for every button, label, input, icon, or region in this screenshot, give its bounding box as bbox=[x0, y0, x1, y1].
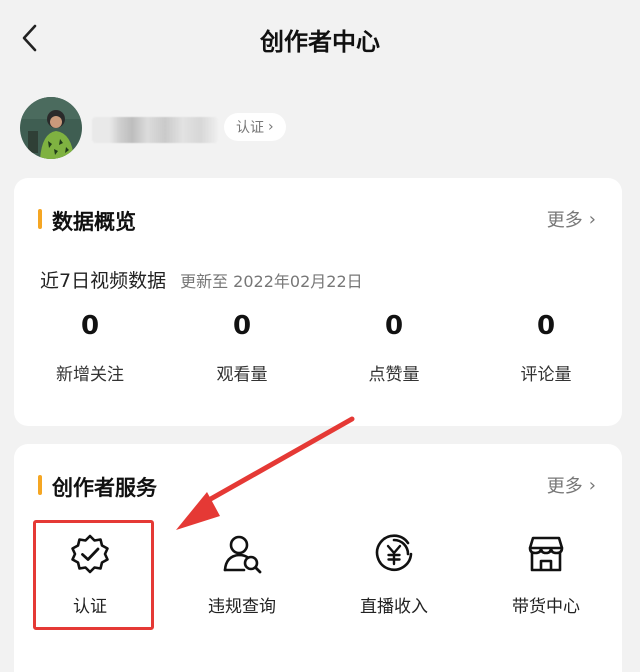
profile-row: 认证 › bbox=[20, 97, 620, 161]
stat-value: 0 bbox=[384, 311, 404, 341]
accent-bar bbox=[38, 475, 42, 495]
chevron-right-icon: › bbox=[588, 474, 596, 496]
service-violation-query[interactable]: 违规查询 bbox=[166, 532, 318, 617]
stat-value: 0 bbox=[536, 311, 556, 341]
accent-bar bbox=[38, 209, 42, 229]
stat-likes[interactable]: 0 点赞量 bbox=[318, 308, 470, 385]
stats-subtitle: 近7日视频数据 更新至 2022年02月22日 bbox=[40, 266, 363, 293]
verify-pill-button[interactable]: 认证 › bbox=[224, 113, 286, 141]
data-overview-more-link[interactable]: 更多 › bbox=[547, 206, 596, 232]
creator-services-more-link[interactable]: 更多 › bbox=[547, 472, 596, 498]
stat-comments[interactable]: 0 评论量 bbox=[470, 308, 622, 385]
highlight-box-annotation bbox=[33, 520, 154, 630]
stat-views[interactable]: 0 观看量 bbox=[166, 308, 318, 385]
yuan-circle-icon bbox=[375, 534, 413, 571]
data-overview-card: 数据概览 更多 › 近7日视频数据 更新至 2022年02月22日 0 新增关注… bbox=[14, 178, 622, 426]
stat-value: 0 bbox=[80, 311, 100, 341]
service-sales-center[interactable]: 带货中心 bbox=[470, 532, 622, 617]
verify-pill-label: 认证 bbox=[236, 120, 264, 136]
chevron-right-icon: › bbox=[588, 208, 596, 230]
user-search-icon bbox=[223, 535, 262, 574]
service-label: 违规查询 bbox=[208, 597, 276, 617]
stats-updated-label: 更新至 2022年02月22日 bbox=[180, 272, 363, 291]
more-label: 更多 bbox=[546, 210, 583, 231]
stat-label: 新增关注 bbox=[56, 365, 124, 385]
page-title: 创作者中心 bbox=[260, 28, 380, 56]
avatar[interactable] bbox=[20, 97, 82, 159]
chevron-right-icon: › bbox=[268, 119, 274, 135]
more-label: 更多 bbox=[546, 476, 583, 497]
service-label: 带货中心 bbox=[512, 597, 580, 617]
service-live-income[interactable]: 直播收入 bbox=[318, 532, 470, 617]
stat-label: 点赞量 bbox=[368, 365, 420, 385]
creator-services-title: 创作者服务 bbox=[52, 476, 157, 500]
stats-period-label: 近7日视频数据 bbox=[40, 270, 167, 292]
service-label: 直播收入 bbox=[360, 597, 428, 617]
stat-value: 0 bbox=[232, 311, 252, 341]
stat-new-followers[interactable]: 0 新增关注 bbox=[14, 308, 166, 385]
data-overview-title: 数据概览 bbox=[52, 210, 136, 234]
stat-label: 观看量 bbox=[216, 365, 268, 385]
username-blurred bbox=[92, 117, 218, 143]
top-bar: 创作者中心 bbox=[0, 0, 640, 80]
storefront-icon bbox=[528, 536, 564, 572]
stat-label: 评论量 bbox=[520, 365, 572, 385]
